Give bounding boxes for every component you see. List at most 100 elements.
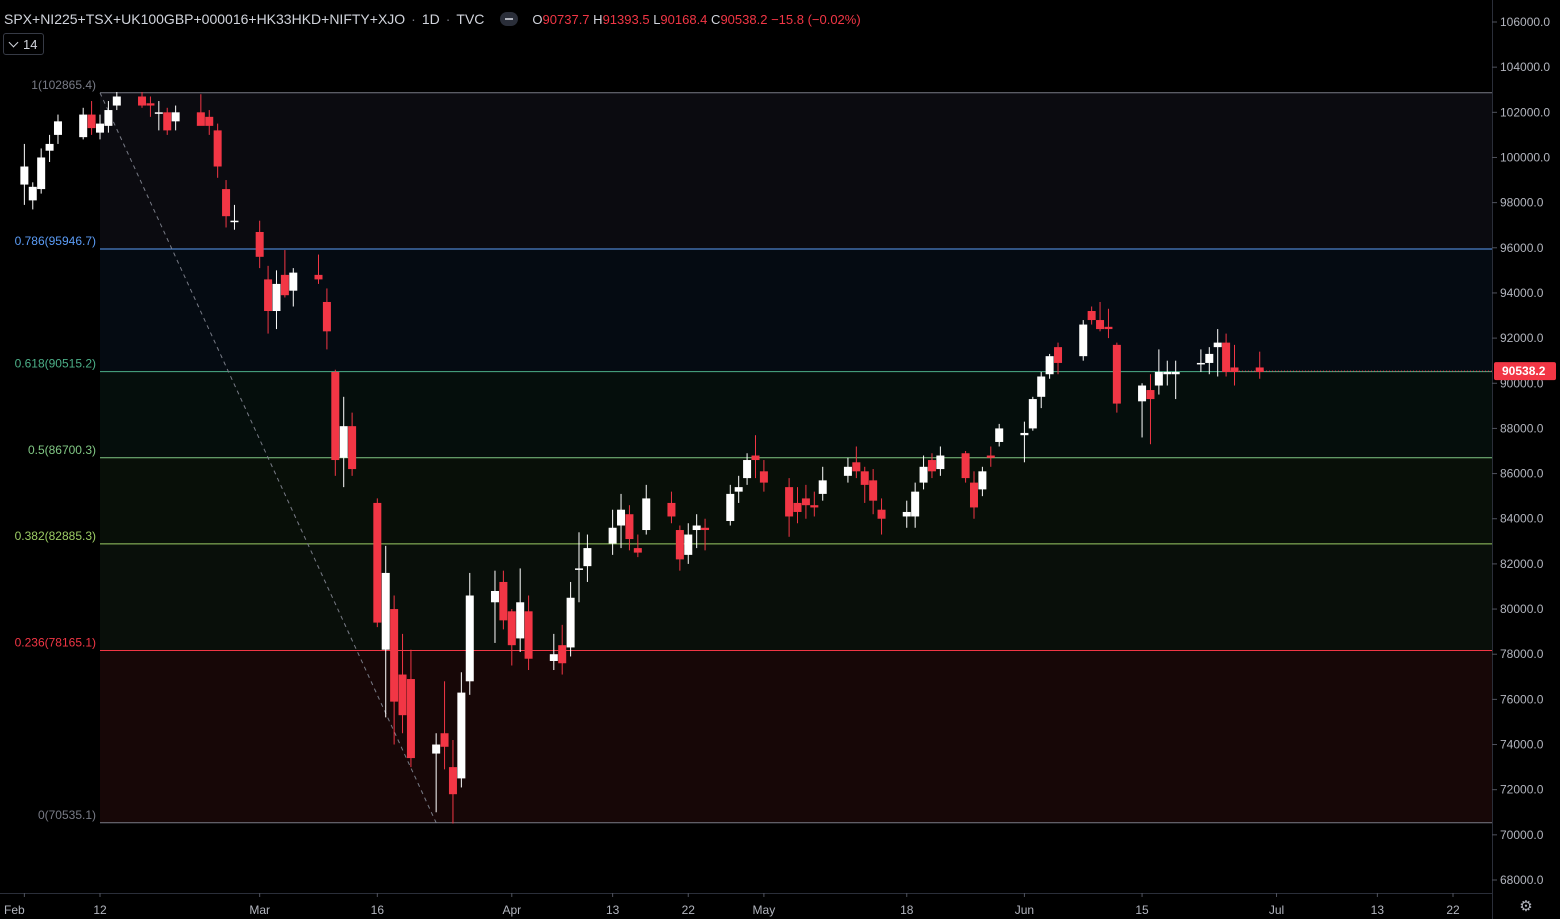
candle-body[interactable] (969, 482, 978, 508)
candle-body[interactable] (793, 502, 802, 512)
candle-body[interactable] (1196, 362, 1205, 365)
candle-body[interactable] (37, 157, 46, 190)
candle-body[interactable] (516, 602, 525, 639)
candle-body[interactable] (961, 453, 970, 479)
candle-body[interactable] (230, 220, 239, 223)
candle-body[interactable] (751, 455, 760, 461)
candle-body[interactable] (1020, 432, 1029, 436)
candle-body[interactable] (608, 527, 617, 544)
candle-body[interactable] (314, 274, 323, 280)
candle-body[interactable] (146, 103, 155, 106)
candle-body[interactable] (53, 121, 62, 135)
candle-body[interactable] (1087, 311, 1096, 321)
candle-body[interactable] (642, 498, 651, 531)
candle-body[interactable] (524, 611, 533, 659)
candle-body[interactable] (87, 114, 96, 129)
candle-body[interactable] (1112, 344, 1121, 404)
minus-icon[interactable] (500, 12, 519, 26)
candle-body[interactable] (617, 509, 626, 526)
candle-body[interactable] (986, 455, 995, 458)
candle-body[interactable] (398, 674, 407, 716)
candle-body[interactable] (448, 767, 457, 795)
candle-body[interactable] (45, 143, 54, 151)
candle-body[interactable] (583, 548, 592, 567)
candle-body[interactable] (726, 493, 735, 521)
candle-body[interactable] (289, 272, 298, 291)
candlestick-chart[interactable]: 1(102865.4) 0.786(95946.7) 0.618(90515.2) 0… (0, 0, 1560, 919)
candle-body[interactable] (196, 112, 205, 126)
candle-body[interactable] (1146, 390, 1155, 400)
candle-body[interactable] (171, 112, 180, 122)
candle-body[interactable] (272, 283, 281, 312)
candle-body[interactable] (163, 112, 172, 131)
candle-body[interactable] (457, 692, 466, 779)
candle-body[interactable] (801, 498, 810, 506)
candle-body[interactable] (575, 568, 584, 570)
candle-body[interactable] (1096, 320, 1105, 330)
candle-body[interactable] (675, 530, 684, 560)
candle-body[interactable] (1163, 371, 1172, 375)
candle-body[interactable] (331, 371, 340, 461)
candle-body[interactable] (667, 502, 676, 517)
candle-body[interactable] (1230, 367, 1239, 372)
candle-body[interactable] (818, 480, 827, 494)
candle-body[interactable] (1037, 376, 1046, 397)
candle-body[interactable] (1104, 326, 1113, 330)
interval-label[interactable]: 1D (422, 11, 440, 27)
candle-body[interactable] (633, 548, 642, 553)
candle-body[interactable] (390, 609, 399, 702)
candle-body[interactable] (759, 471, 768, 483)
candle-body[interactable] (625, 514, 634, 540)
candle-body[interactable] (1171, 371, 1180, 375)
candle-body[interactable] (734, 487, 743, 492)
candle-body[interactable] (507, 611, 516, 646)
indicator-collapse-button[interactable]: 14 (3, 33, 45, 55)
candle-body[interactable] (852, 462, 861, 472)
symbol-name[interactable]: SPX+NI225+TSX+UK100GBP+000016+HK33HKD+NI… (4, 11, 405, 27)
candle-body[interactable] (499, 581, 508, 621)
candle-body[interactable] (566, 597, 575, 648)
candle-body[interactable] (1205, 353, 1214, 363)
candle-body[interactable] (280, 274, 289, 296)
candle-body[interactable] (432, 744, 441, 754)
candle-body[interactable] (104, 110, 113, 126)
candle-body[interactable] (1045, 356, 1054, 375)
candle-body[interactable] (213, 130, 222, 167)
candle-body[interactable] (558, 645, 567, 664)
candle-body[interactable] (911, 491, 920, 517)
candle-body[interactable] (1255, 367, 1264, 372)
candle-body[interactable] (684, 534, 693, 555)
candle-body[interactable] (154, 112, 163, 114)
candle-body[interactable] (339, 426, 348, 458)
candle-body[interactable] (205, 116, 214, 126)
candle-body[interactable] (936, 455, 945, 470)
candle-body[interactable] (995, 428, 1004, 442)
candle-body[interactable] (79, 114, 88, 138)
candle-body[interactable] (785, 487, 794, 517)
candle-body[interactable] (348, 426, 357, 470)
candle-body[interactable] (1138, 385, 1147, 402)
candle-body[interactable] (810, 505, 819, 508)
candle-body[interactable] (860, 471, 869, 485)
candle-body[interactable] (96, 123, 104, 133)
candle-body[interactable] (264, 279, 273, 312)
candle-body[interactable] (843, 466, 852, 476)
candle-body[interactable] (381, 572, 390, 650)
candle-body[interactable] (440, 733, 449, 747)
candle-body[interactable] (877, 509, 886, 519)
candle-body[interactable] (322, 301, 331, 332)
candle-body[interactable] (1154, 371, 1163, 386)
candle-body[interactable] (919, 466, 928, 483)
candle-body[interactable] (373, 502, 382, 623)
gear-icon[interactable]: ⚙ (1518, 899, 1534, 915)
candle-body[interactable] (743, 460, 752, 479)
candle-body[interactable] (490, 590, 499, 603)
candle-body[interactable] (692, 525, 701, 531)
candle-body[interactable] (28, 186, 37, 201)
candle-body[interactable] (138, 96, 147, 106)
candle-body[interactable] (112, 96, 121, 106)
candle-body[interactable] (902, 511, 911, 517)
candle-body[interactable] (1222, 342, 1231, 372)
candle-body[interactable] (701, 527, 710, 531)
candle-body[interactable] (20, 166, 29, 185)
